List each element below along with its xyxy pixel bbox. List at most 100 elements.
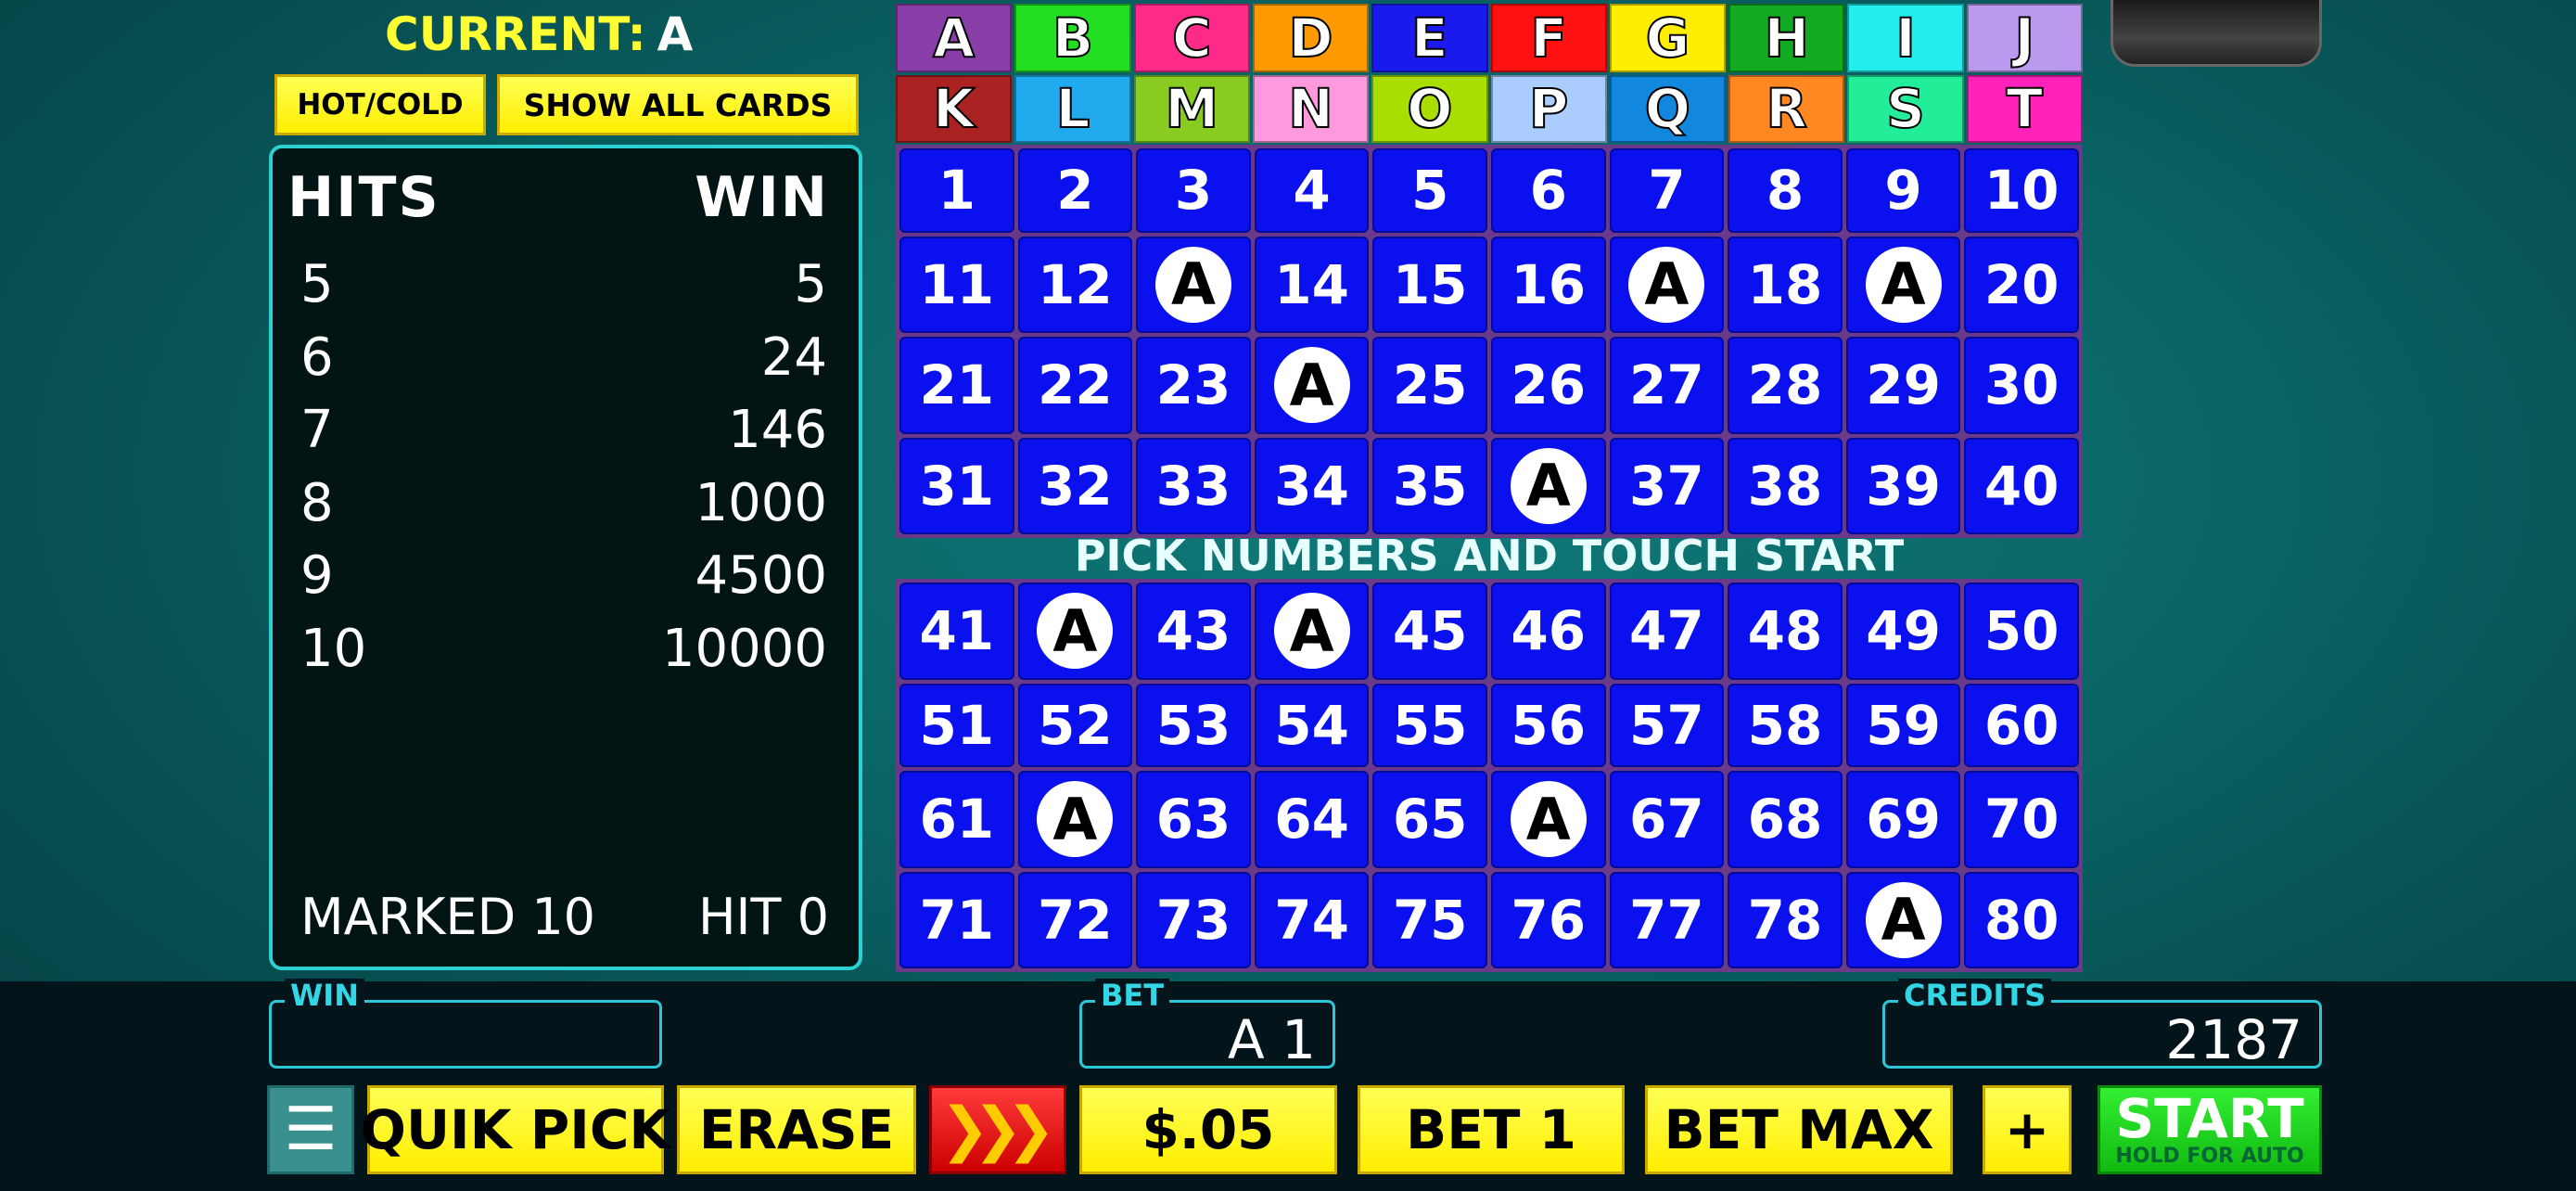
keno-cell[interactable]: 28	[1728, 337, 1843, 434]
keno-cell[interactable]: 59	[1845, 683, 1961, 767]
card-tab-s[interactable]: S	[1847, 74, 1964, 143]
keno-cell[interactable]: 8	[1728, 148, 1843, 233]
card-tab-b[interactable]: B	[1014, 4, 1131, 72]
keno-cell[interactable]: 6	[1490, 148, 1606, 233]
card-tab-q[interactable]: Q	[1609, 74, 1727, 143]
card-tab-p[interactable]: P	[1490, 74, 1607, 143]
keno-cell[interactable]: 3	[1136, 148, 1251, 233]
keno-cell[interactable]: 21	[899, 337, 1014, 434]
show-all-cards-button[interactable]: SHOW ALL CARDS	[497, 74, 859, 135]
keno-cell[interactable]: 69	[1845, 771, 1961, 868]
keno-cell[interactable]: 20	[1964, 236, 2079, 333]
menu-button[interactable]: ☰	[267, 1085, 354, 1174]
keno-cell[interactable]: 56	[1490, 683, 1606, 767]
keno-cell[interactable]: 49	[1845, 583, 1961, 680]
keno-cell[interactable]: 34	[1254, 437, 1370, 534]
keno-cell[interactable]: 68	[1728, 771, 1843, 868]
keno-cell[interactable]: 75	[1372, 871, 1487, 968]
keno-cell[interactable]: 77	[1609, 871, 1725, 968]
keno-cell[interactable]: 48	[1728, 583, 1843, 680]
card-tab-f[interactable]: F	[1490, 4, 1607, 72]
keno-cell[interactable]: 71	[899, 871, 1014, 968]
keno-cell[interactable]: 32	[1017, 437, 1133, 534]
keno-cell-marked[interactable]: A	[1490, 771, 1606, 868]
keno-cell[interactable]: 53	[1136, 683, 1251, 767]
keno-cell[interactable]: 11	[899, 236, 1014, 333]
card-tab-g[interactable]: G	[1609, 4, 1727, 72]
keno-cell[interactable]: 80	[1964, 871, 2079, 968]
keno-cell[interactable]: 26	[1490, 337, 1606, 434]
keno-cell[interactable]: 51	[899, 683, 1014, 767]
keno-cell-marked[interactable]: A	[1017, 583, 1133, 680]
keno-cell[interactable]: 55	[1372, 683, 1487, 767]
card-tab-c[interactable]: C	[1133, 4, 1250, 72]
keno-cell-marked[interactable]: A	[1490, 437, 1606, 534]
erase-button[interactable]: ERASE	[677, 1085, 916, 1174]
keno-cell[interactable]: 25	[1372, 337, 1487, 434]
keno-cell-marked[interactable]: A	[1845, 236, 1961, 333]
keno-cell[interactable]: 40	[1964, 437, 2079, 534]
card-tab-l[interactable]: L	[1014, 74, 1131, 143]
keno-cell-marked[interactable]: A	[1254, 583, 1370, 680]
bet-one-button[interactable]: BET 1	[1358, 1085, 1625, 1174]
keno-cell[interactable]: 43	[1136, 583, 1251, 680]
keno-cell[interactable]: 41	[899, 583, 1014, 680]
card-tab-t[interactable]: T	[1966, 74, 2083, 143]
keno-cell[interactable]: 73	[1136, 871, 1251, 968]
keno-cell[interactable]: 10	[1964, 148, 2079, 233]
keno-cell[interactable]: 70	[1964, 771, 2079, 868]
keno-cell[interactable]: 2	[1017, 148, 1133, 233]
keno-cell[interactable]: 45	[1372, 583, 1487, 680]
card-tab-e[interactable]: E	[1371, 4, 1488, 72]
card-tab-d[interactable]: D	[1252, 4, 1370, 72]
card-tab-j[interactable]: J	[1966, 4, 2083, 72]
keno-cell[interactable]: 65	[1372, 771, 1487, 868]
start-button[interactable]: START HOLD FOR AUTO	[2098, 1085, 2322, 1174]
keno-cell-marked[interactable]: A	[1136, 236, 1251, 333]
keno-cell[interactable]: 64	[1254, 771, 1370, 868]
keno-cell[interactable]: 5	[1372, 148, 1487, 233]
keno-cell[interactable]: 9	[1845, 148, 1961, 233]
hot-cold-button[interactable]: HOT/COLD	[274, 74, 486, 135]
plus-button[interactable]: +	[1983, 1085, 2072, 1174]
keno-cell[interactable]: 78	[1728, 871, 1843, 968]
keno-cell[interactable]: 52	[1017, 683, 1133, 767]
keno-cell[interactable]: 14	[1254, 236, 1370, 333]
card-tab-a[interactable]: A	[896, 4, 1013, 72]
card-tab-n[interactable]: N	[1252, 74, 1370, 143]
keno-cell[interactable]: 60	[1964, 683, 2079, 767]
keno-cell[interactable]: 7	[1609, 148, 1725, 233]
keno-cell[interactable]: 30	[1964, 337, 2079, 434]
keno-cell[interactable]: 50	[1964, 583, 2079, 680]
keno-cell-marked[interactable]: A	[1845, 871, 1961, 968]
keno-cell[interactable]: 15	[1372, 236, 1487, 333]
keno-cell[interactable]: 22	[1017, 337, 1133, 434]
keno-cell-marked[interactable]: A	[1609, 236, 1725, 333]
bet-max-button[interactable]: BET MAX	[1645, 1085, 1953, 1174]
card-tab-h[interactable]: H	[1728, 4, 1845, 72]
keno-cell[interactable]: 47	[1609, 583, 1725, 680]
keno-cell[interactable]: 12	[1017, 236, 1133, 333]
keno-cell[interactable]: 23	[1136, 337, 1251, 434]
keno-cell[interactable]: 63	[1136, 771, 1251, 868]
card-tab-i[interactable]: I	[1847, 4, 1964, 72]
keno-cell[interactable]: 74	[1254, 871, 1370, 968]
keno-cell[interactable]: 76	[1490, 871, 1606, 968]
keno-cell[interactable]: 16	[1490, 236, 1606, 333]
keno-cell[interactable]: 35	[1372, 437, 1487, 534]
keno-cell[interactable]: 37	[1609, 437, 1725, 534]
card-tab-o[interactable]: O	[1371, 74, 1488, 143]
keno-cell[interactable]: 38	[1728, 437, 1843, 534]
keno-cell[interactable]: 58	[1728, 683, 1843, 767]
keno-cell-marked[interactable]: A	[1254, 337, 1370, 434]
keno-cell[interactable]: 27	[1609, 337, 1725, 434]
quik-pick-button[interactable]: QUIK PICK	[361, 1085, 670, 1174]
keno-cell[interactable]: 39	[1845, 437, 1961, 534]
keno-cell[interactable]: 31	[899, 437, 1014, 534]
denomination-button[interactable]: $.05	[1079, 1085, 1337, 1174]
keno-cell[interactable]: 57	[1609, 683, 1725, 767]
speed-button[interactable]: ❯❯❯	[929, 1085, 1066, 1174]
keno-cell[interactable]: 54	[1254, 683, 1370, 767]
card-tab-k[interactable]: K	[896, 74, 1013, 143]
keno-cell[interactable]: 67	[1609, 771, 1725, 868]
